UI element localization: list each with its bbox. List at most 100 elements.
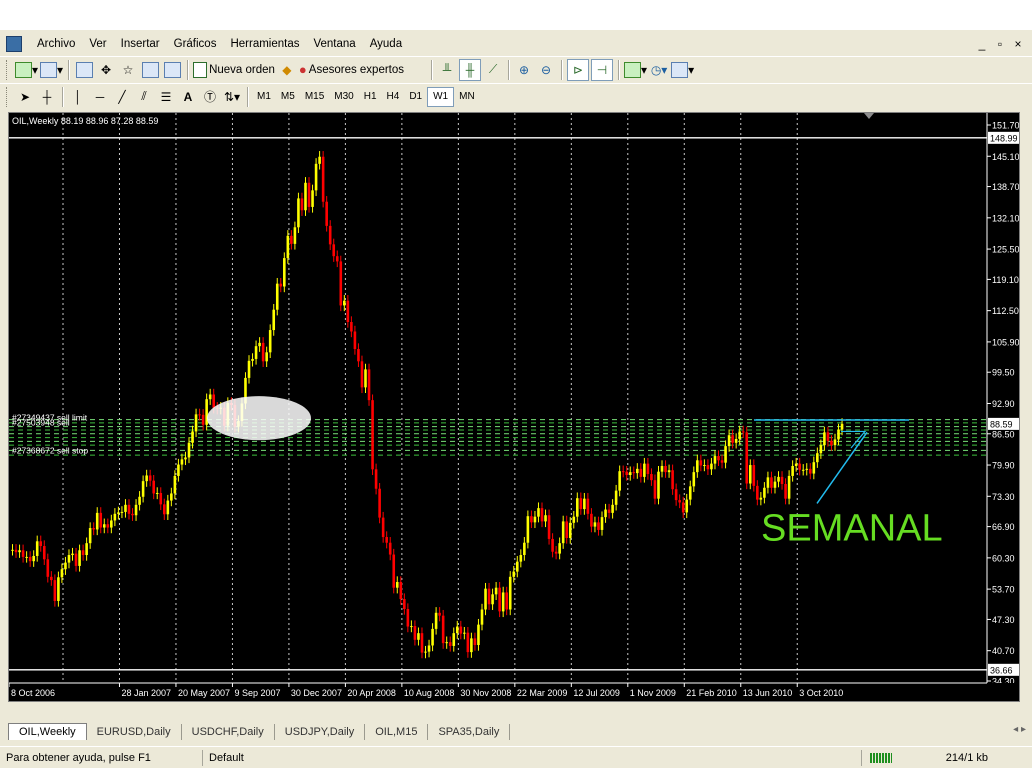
profiles-icon[interactable]: ▾ (40, 60, 63, 80)
candle-body (752, 465, 756, 486)
candle-body (583, 498, 586, 510)
templates-icon[interactable]: ▾ (671, 60, 694, 80)
timeframe-d1[interactable]: D1 (404, 88, 427, 106)
x-tick-label: 12 Jul 2009 (573, 688, 620, 698)
new-order-icon (193, 61, 208, 78)
candle-body (57, 577, 60, 601)
candle-body (35, 541, 39, 556)
candle-body (180, 459, 184, 465)
tab-eurusd-daily[interactable]: EURUSD,Daily (87, 724, 182, 740)
candle-body (381, 517, 385, 538)
candle-body (667, 470, 671, 473)
folder-star-icon[interactable]: ☆ (118, 60, 138, 80)
menu-ver[interactable]: Ver (82, 38, 113, 50)
candle-body (71, 553, 74, 556)
tab-scroll-arrows[interactable]: ◂ ▸ (1013, 724, 1026, 735)
tab-oil-m15[interactable]: OIL,M15 (365, 724, 429, 740)
candle-body (763, 487, 766, 498)
chart-shift-marker (864, 113, 874, 119)
candle-body (424, 651, 427, 653)
strategy-tester-icon[interactable] (162, 60, 182, 80)
candle-body (692, 472, 696, 487)
timeframe-m30[interactable]: M30 (329, 88, 358, 106)
bar-chart-icon[interactable]: ╨ (437, 60, 457, 80)
candle-body (540, 508, 544, 522)
menu-graficos[interactable]: Gráficos (167, 38, 224, 50)
indicators-icon[interactable]: ▾ (624, 60, 647, 80)
trendline-icon[interactable]: ╱ (112, 87, 132, 107)
terminal-icon[interactable] (140, 60, 160, 80)
timeframe-m15[interactable]: M15 (300, 88, 329, 106)
timeframe-m5[interactable]: M5 (276, 88, 300, 106)
chart-shift-icon[interactable]: ⊣ (591, 58, 614, 81)
candlestick-chart-icon[interactable]: ╫ (459, 58, 482, 81)
menu-archivo[interactable]: Archivo (30, 38, 82, 50)
market-watch-icon[interactable] (74, 60, 94, 80)
menu-herramientas[interactable]: Herramientas (223, 38, 306, 50)
candle-body (784, 483, 787, 499)
candle-body (275, 283, 279, 310)
menu-ventana[interactable]: Ventana (306, 38, 362, 50)
y-tick-label: 60.30 (992, 553, 1015, 563)
tab-usdchf-daily[interactable]: USDCHF,Daily (182, 724, 275, 740)
tab-oil-weekly[interactable]: OIL,Weekly (8, 723, 87, 740)
timeframe-m1[interactable]: M1 (252, 88, 276, 106)
candle-body (21, 550, 25, 557)
crosshair-icon[interactable]: ┼ (37, 87, 57, 107)
candle-body (258, 342, 261, 347)
candle-body (25, 556, 28, 558)
chart-window[interactable]: 151.70 145.10 138.70 132.10 125.50 119.10 112.… (8, 112, 1020, 702)
new-chart-icon[interactable]: ▾ (15, 60, 38, 80)
restore-button[interactable]: ▫ (992, 36, 1008, 52)
candle-body (297, 198, 300, 228)
candle-body (717, 456, 720, 461)
candle-body (604, 509, 607, 518)
text-tool-icon[interactable]: A (178, 87, 198, 107)
timeframe-w1[interactable]: W1 (427, 86, 455, 107)
candle-body (523, 542, 526, 556)
minimize-button[interactable]: _ (974, 36, 990, 52)
candle-body (621, 471, 625, 473)
timeframe-h4[interactable]: H4 (382, 88, 405, 106)
price-chart[interactable]: 151.70 145.10 138.70 132.10 125.50 119.10 112.… (9, 113, 1019, 701)
candle-body (392, 554, 396, 588)
line-chart-icon[interactable]: ⟋ (483, 60, 503, 80)
tab-spa35-daily[interactable]: SPA35,Daily (428, 724, 511, 740)
candle-body (325, 201, 328, 226)
arrows-icon[interactable]: ⇅▾ (222, 87, 242, 107)
equidistant-channel-icon[interactable]: ⫽ (134, 87, 154, 107)
text-label-icon[interactable]: Ⓣ (200, 87, 220, 107)
metaeditor-icon[interactable]: ◆ (277, 60, 297, 80)
candle-body (498, 587, 501, 612)
candle-body (579, 498, 583, 510)
new-order-button[interactable]: Nueva orden (193, 60, 275, 80)
candle-body (378, 488, 381, 518)
zoom-in-icon[interactable]: ⊕ (514, 60, 534, 80)
candle-body (42, 546, 46, 560)
candle-body (420, 633, 424, 653)
auto-scroll-icon[interactable]: ⊳ (567, 58, 590, 81)
menu-ayuda[interactable]: Ayuda (363, 38, 409, 50)
close-button[interactable]: × (1010, 36, 1026, 52)
navigator-crosshair-icon[interactable]: ✥ (96, 60, 116, 80)
timeframe-mn[interactable]: MN (454, 88, 480, 106)
candle-body (512, 571, 516, 577)
tab-usdjpy-daily[interactable]: USDJPY,Daily (275, 724, 366, 740)
candle-body (191, 431, 194, 443)
candle-body (816, 453, 819, 463)
horizontal-line-icon[interactable]: ─ (90, 87, 110, 107)
vertical-line-icon[interactable]: │ (68, 87, 88, 107)
expert-advisors-button[interactable]: ● Asesores expertos (299, 60, 404, 80)
chart-tabs: OIL,Weekly EURUSD,Daily USDCHF,Daily USD… (0, 722, 1032, 740)
zoom-out-icon[interactable]: ⊖ (536, 60, 556, 80)
y-tick-label: 105.90 (992, 337, 1019, 347)
fibonacci-icon[interactable]: ☰ (156, 87, 176, 107)
expert-advisors-icon: ● (298, 62, 307, 77)
candle-body (508, 576, 512, 610)
periods-clock-icon[interactable]: ◷▾ (649, 60, 669, 80)
candle-body (547, 515, 551, 539)
timeframe-h1[interactable]: H1 (359, 88, 382, 106)
menu-insertar[interactable]: Insertar (114, 38, 167, 50)
candle-body (290, 235, 293, 244)
cursor-arrow-icon[interactable]: ➤ (15, 87, 35, 107)
